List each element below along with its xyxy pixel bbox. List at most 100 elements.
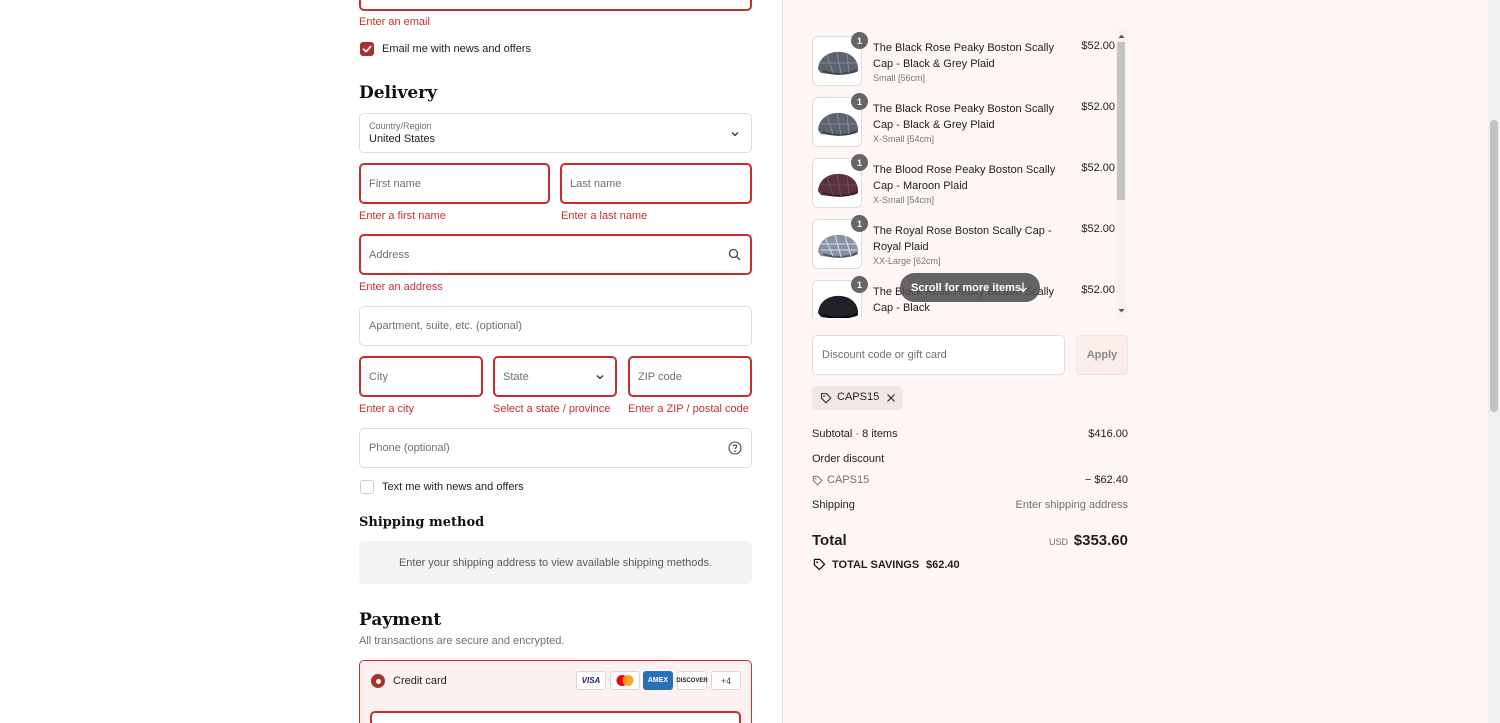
product-title: The Blood Rose Peaky Boston Scally Cap -… bbox=[873, 164, 1056, 192]
chevron-down-icon bbox=[731, 132, 739, 137]
subtotal-label: Subtotal · 8 items bbox=[812, 428, 898, 440]
zip-placeholder: ZIP code bbox=[638, 370, 682, 383]
more-brands-badge: +4 bbox=[711, 671, 741, 690]
scroll-for-more-button[interactable]: Scroll for more items bbox=[900, 273, 1040, 302]
apply-discount-button[interactable]: Apply bbox=[1076, 335, 1128, 375]
cart-items-scrollbar-thumb[interactable] bbox=[1117, 42, 1125, 200]
subtotal-value: $416.00 bbox=[1088, 428, 1128, 440]
page-scrollbar-thumb[interactable] bbox=[1490, 120, 1498, 412]
discount-code-label: CAPS15 bbox=[827, 474, 870, 486]
address-error: Enter an address bbox=[359, 281, 443, 293]
shipping-message: Enter your shipping address to view avai… bbox=[398, 556, 713, 569]
zip-input[interactable]: ZIP code bbox=[628, 356, 752, 397]
shipping-heading: Shipping method bbox=[359, 515, 485, 530]
quantity-badge: 1 bbox=[851, 276, 868, 293]
quantity-badge: 1 bbox=[851, 154, 868, 171]
total-label: Total bbox=[812, 532, 847, 549]
delivery-heading: Delivery bbox=[359, 83, 438, 103]
discount-placeholder: Discount code or gift card bbox=[822, 349, 947, 361]
apartment-placeholder: Apartment, suite, etc. (optional) bbox=[369, 320, 522, 332]
cart-item: 1 The Royal Rose Boston Scally Cap - Roy… bbox=[812, 215, 1128, 276]
shipping-value: Enter shipping address bbox=[1015, 499, 1128, 511]
apartment-input[interactable]: Apartment, suite, etc. (optional) bbox=[359, 306, 752, 346]
city-error: Enter a city bbox=[359, 403, 415, 415]
payment-heading: Payment bbox=[359, 610, 442, 630]
credit-card-radio[interactable] bbox=[371, 674, 385, 688]
checkmark-icon bbox=[362, 45, 372, 53]
page-scrollbar[interactable] bbox=[1488, 0, 1500, 723]
first-name-error: Enter a first name bbox=[359, 210, 446, 222]
product-price: $52.00 bbox=[1081, 284, 1115, 296]
apply-button-label: Apply bbox=[1086, 349, 1118, 361]
product-variant: XX-Large [62cm] bbox=[873, 256, 941, 266]
product-variant: X-Small [54cm] bbox=[873, 195, 935, 205]
product-thumbnail: 1 bbox=[812, 276, 868, 318]
country-select[interactable]: Country/Region United States bbox=[359, 113, 752, 153]
credit-card-label: Credit card bbox=[393, 675, 447, 687]
discount-value: − $62.40 bbox=[1084, 474, 1128, 486]
first-name-input[interactable]: First name bbox=[359, 163, 550, 204]
remove-discount-icon[interactable] bbox=[886, 393, 896, 403]
country-label: Country/Region bbox=[369, 121, 432, 131]
payment-subtitle: All transactions are secure and encrypte… bbox=[359, 635, 565, 647]
address-input[interactable]: Address bbox=[359, 234, 752, 275]
visa-icon: VISA bbox=[576, 671, 606, 690]
email-optin-label: Email me with news and offers bbox=[382, 43, 531, 55]
scroll-hint-label: Scroll for more items bbox=[911, 281, 1022, 294]
first-name-placeholder: First name bbox=[369, 177, 421, 190]
product-price: $52.00 bbox=[1081, 162, 1115, 174]
discount-code-input[interactable]: Discount code or gift card bbox=[812, 335, 1065, 375]
sms-optin-checkbox[interactable] bbox=[360, 480, 374, 494]
scroll-down-arrow-icon[interactable] bbox=[1117, 307, 1126, 315]
city-input[interactable]: City bbox=[359, 356, 483, 397]
total-currency: USD bbox=[1049, 537, 1069, 547]
sms-optin-label: Text me with news and offers bbox=[382, 481, 524, 493]
applied-discount-chip: CAPS15 bbox=[812, 386, 903, 410]
product-thumbnail: 1 bbox=[812, 215, 868, 269]
mastercard-icon bbox=[610, 671, 640, 690]
last-name-placeholder: Last name bbox=[570, 177, 622, 190]
product-variant: X-Small [54cm] bbox=[873, 134, 935, 144]
product-title: The Black Rose Peaky Boston Scally Cap -… bbox=[873, 42, 1054, 70]
search-icon[interactable] bbox=[728, 248, 741, 261]
total-savings-value: $62.40 bbox=[926, 559, 960, 571]
phone-input[interactable]: Phone (optional) bbox=[359, 428, 752, 468]
email-field[interactable] bbox=[359, 0, 752, 11]
last-name-error: Enter a last name bbox=[561, 210, 648, 222]
scroll-up-arrow-icon[interactable] bbox=[1117, 32, 1126, 40]
discover-icon: DISCOVER bbox=[676, 671, 708, 690]
product-variant: Small [56cm] bbox=[873, 317, 925, 318]
email-error: Enter an email bbox=[359, 16, 430, 28]
email-optin-checkbox[interactable] bbox=[360, 42, 374, 56]
tag-icon bbox=[820, 392, 832, 404]
product-title: The Black Rose Peaky Boston Scally Cap -… bbox=[873, 103, 1054, 131]
order-discount-label: Order discount bbox=[812, 453, 885, 465]
country-value: United States bbox=[369, 133, 436, 145]
mastercard-circles-icon bbox=[616, 675, 634, 686]
product-title: The Royal Rose Boston Scally Cap - Royal… bbox=[873, 225, 1052, 253]
shipping-label: Shipping bbox=[812, 499, 855, 511]
product-price: $52.00 bbox=[1081, 40, 1115, 52]
quantity-badge: 1 bbox=[851, 215, 868, 232]
state-placeholder: State bbox=[503, 370, 529, 383]
quantity-badge: 1 bbox=[851, 32, 868, 49]
card-number-input[interactable] bbox=[370, 711, 741, 723]
shipping-message-box: Enter your shipping address to view avai… bbox=[359, 541, 752, 584]
state-select[interactable]: State bbox=[493, 356, 617, 397]
cart-item: 1 The Black Rose Peaky Boston Scally Cap… bbox=[812, 32, 1128, 93]
amex-icon: AMEX bbox=[643, 671, 673, 690]
product-thumbnail: 1 bbox=[812, 154, 868, 208]
product-thumbnail: 1 bbox=[812, 32, 868, 86]
cart-items-scrollbar[interactable] bbox=[1116, 30, 1127, 318]
help-icon[interactable] bbox=[728, 441, 742, 455]
total-savings-label: TOTAL SAVINGS bbox=[832, 559, 920, 571]
applied-discount-code: CAPS15 bbox=[837, 391, 880, 403]
product-variant: Small [56cm] bbox=[873, 73, 926, 83]
product-thumbnail: 1 bbox=[812, 93, 868, 147]
quantity-badge: 1 bbox=[851, 93, 868, 110]
tag-icon bbox=[812, 475, 823, 486]
last-name-input[interactable]: Last name bbox=[560, 163, 752, 204]
arrow-down-icon bbox=[1019, 282, 1027, 293]
address-placeholder: Address bbox=[369, 248, 410, 261]
cart-item: 1 The Black Rose Peaky Boston Scally Cap… bbox=[812, 93, 1128, 154]
